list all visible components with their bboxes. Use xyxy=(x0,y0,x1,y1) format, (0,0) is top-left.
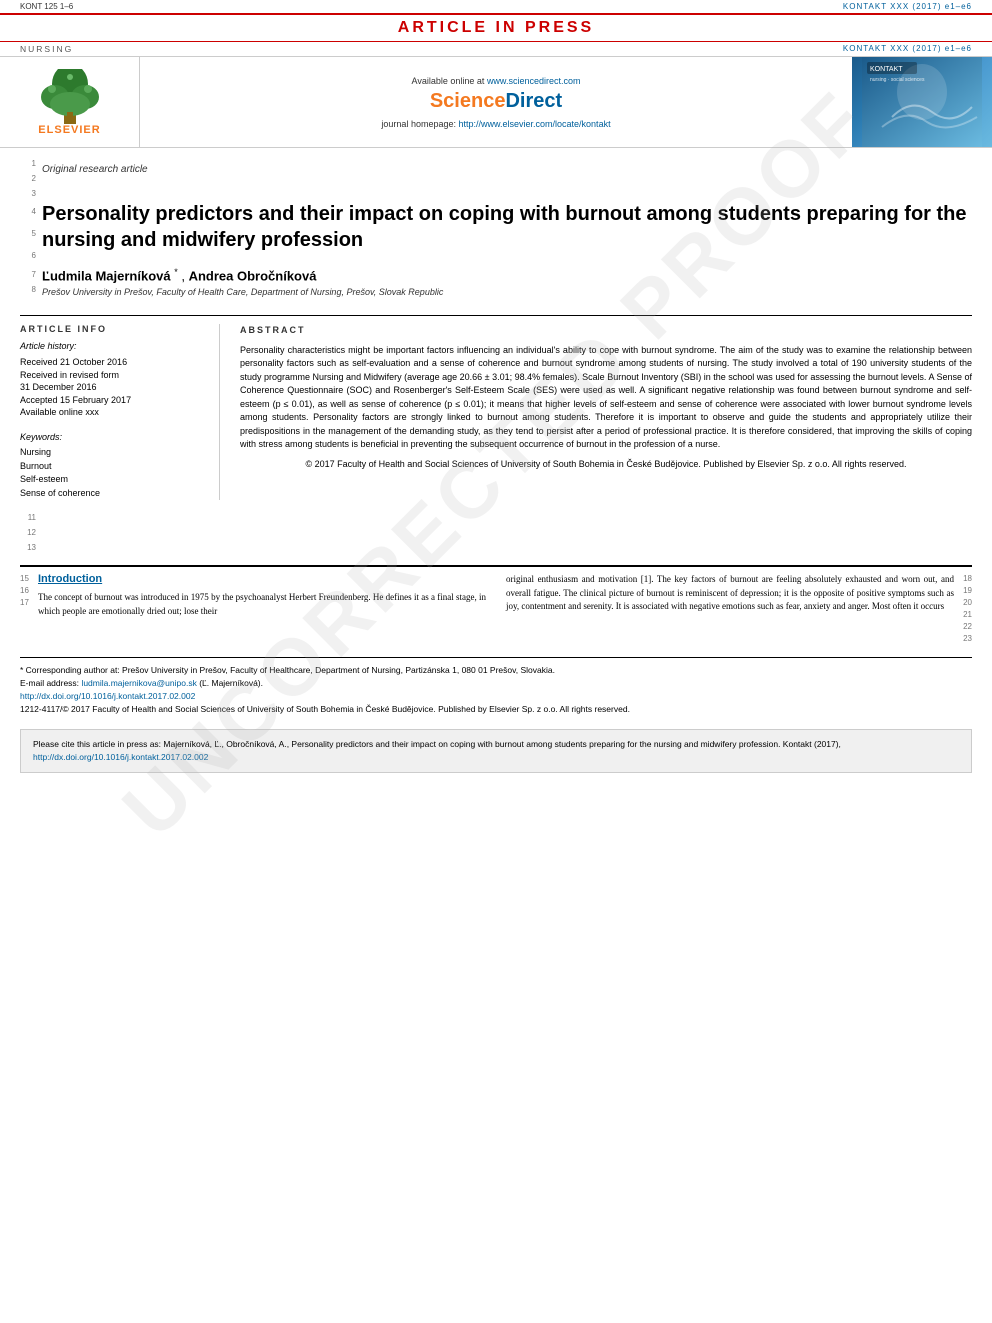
copyright-text: © 2017 Faculty of Health and Social Scie… xyxy=(240,458,972,472)
available-online-text: Available online at www.sciencedirect.co… xyxy=(412,76,581,86)
article-content: UNCORRECTED PROOF 1 2 3 Original researc… xyxy=(0,156,992,773)
citation-text: Please cite this article in press as: Ma… xyxy=(33,739,841,749)
svg-text:nursing · social sciences: nursing · social sciences xyxy=(870,77,925,83)
available-url-link[interactable]: www.sciencedirect.com xyxy=(487,76,581,86)
line-numbers-middle: 11 12 13 xyxy=(20,510,42,555)
doc-id: KONT 125 1–6 xyxy=(20,2,73,11)
introduction-title: Introduction xyxy=(38,573,486,585)
author2-name: Andrea Obročníková xyxy=(189,268,317,283)
keyword-self-esteem: Self-esteem xyxy=(20,473,205,487)
journal-header: ELSEVIER Available online at www.science… xyxy=(0,56,992,148)
journal-id: KONTAKT XXX (2017) e1–e6 xyxy=(843,2,972,11)
introduction-right-col: original enthusiasm and motivation [1]. … xyxy=(506,573,954,645)
banner-text: ARTICLE IN PRESS xyxy=(398,19,594,36)
introduction-left-text: The concept of burnout was introduced in… xyxy=(38,591,486,618)
author1-name: Ľudmila Majerníková xyxy=(42,268,174,283)
header-divider xyxy=(20,315,972,316)
accepted-date: Accepted 15 February 2017 xyxy=(20,394,205,407)
email-link[interactable]: ludmila.majernikova@unipo.sk xyxy=(81,678,196,688)
line-numbers-intro-left: 15 16 17 xyxy=(20,573,38,645)
article-title: Personality predictors and their impact … xyxy=(42,201,972,253)
keyword-sense-coherence: Sense of coherence xyxy=(20,487,205,501)
received-date: Received 21 October 2016 xyxy=(20,356,205,369)
journal-label: NURSING xyxy=(20,44,73,54)
article-info-title: ARTICLE INFO xyxy=(20,324,205,334)
line-numbers-authors: 7 8 xyxy=(20,267,42,297)
elsevier-tree-icon xyxy=(30,69,110,124)
homepage-url-link[interactable]: http://www.elsevier.com/locate/kontakt xyxy=(459,119,611,129)
authors-line: Ľudmila Majerníková * , Andrea Obročníko… xyxy=(42,267,972,283)
keyword-burnout: Burnout xyxy=(20,460,205,474)
footnote-issn: 1212-4117/© 2017 Faculty of Health and S… xyxy=(20,703,972,716)
keyword-nursing: Nursing xyxy=(20,446,205,460)
sciencedirect-logo: ScienceDirect xyxy=(430,90,562,113)
footnote-corresponding: * Corresponding author at: Prešov Univer… xyxy=(20,664,972,677)
elsevier-logo-section: ELSEVIER xyxy=(0,57,140,147)
kontakt-cover-image: KONTAKT nursing · social sciences xyxy=(862,57,982,147)
homepage-text: journal homepage: http://www.elsevier.co… xyxy=(381,119,610,129)
top-meta-row: KONT 125 1–6 KONTAKT XXX (2017) e1–e6 xyxy=(0,0,992,13)
elsevier-text: ELSEVIER xyxy=(38,124,100,136)
received-revised-label: Received in revised form xyxy=(20,369,205,382)
section-divider xyxy=(20,565,972,567)
journal-center-info: Available online at www.sciencedirect.co… xyxy=(140,57,852,147)
article-type: Original research article xyxy=(42,164,972,175)
line-numbers-title: 4 5 6 xyxy=(20,201,42,267)
introduction-right-text: original enthusiasm and motivation [1]. … xyxy=(506,573,954,614)
keywords-title: Keywords: xyxy=(20,431,205,444)
doi-link[interactable]: http://dx.doi.org/10.1016/j.kontakt.2017… xyxy=(20,691,195,701)
citation-bar: Please cite this article in press as: Ma… xyxy=(20,729,972,773)
citation-doi-link[interactable]: http://dx.doi.org/10.1016/j.kontakt.2017… xyxy=(33,752,208,762)
affiliation: Prešov University in Prešov, Faculty of … xyxy=(42,287,972,297)
article-history-label: Article history: xyxy=(20,340,205,353)
article-info-column: ARTICLE INFO Article history: Received 2… xyxy=(20,324,220,500)
journal-ref: KONTAKT XXX (2017) e1–e6 xyxy=(843,44,972,54)
svg-text:KONTAKT: KONTAKT xyxy=(870,66,903,73)
line-numbers-intro-right: 18 19 20 21 22 23 xyxy=(954,573,972,645)
kontakt-journal-image: KONTAKT nursing · social sciences xyxy=(852,57,992,147)
footnote-section: * Corresponding author at: Prešov Univer… xyxy=(20,657,972,715)
abstract-column: ABSTRACT Personality characteristics mig… xyxy=(240,324,972,500)
line-numbers-header: 1 2 3 xyxy=(20,156,42,201)
abstract-title: ABSTRACT xyxy=(240,324,972,338)
article-in-press-banner: ARTICLE IN PRESS xyxy=(0,13,992,42)
introduction-left-col: Introduction The concept of burnout was … xyxy=(38,573,486,645)
abstract-text: Personality characteristics might be imp… xyxy=(240,344,972,452)
info-abstract-section: ARTICLE INFO Article history: Received 2… xyxy=(20,324,972,500)
revised-date: 31 December 2016 xyxy=(20,381,205,394)
footnote-email: E-mail address: ludmila.majernikova@unip… xyxy=(20,677,972,690)
footnote-doi: http://dx.doi.org/10.1016/j.kontakt.2017… xyxy=(20,690,972,703)
available-online: Available online xxx xyxy=(20,406,205,419)
corresponding-sup: * xyxy=(174,267,178,277)
